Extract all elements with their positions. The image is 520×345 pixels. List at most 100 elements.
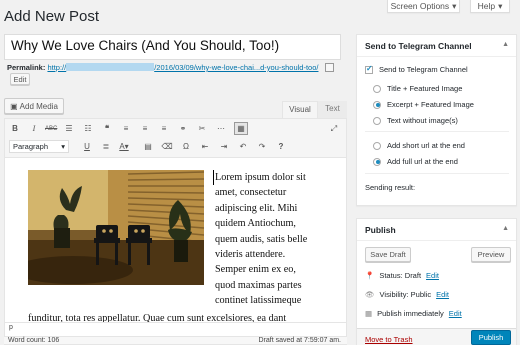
bullet-list-icon[interactable]: ☰ bbox=[63, 123, 75, 135]
link-icon[interactable]: ⚭ bbox=[177, 123, 189, 135]
justify-icon[interactable]: ≣ bbox=[100, 141, 112, 153]
option-short-url[interactable]: Add short url at the end bbox=[373, 141, 465, 150]
visibility-label: Visibility: Public bbox=[379, 290, 432, 299]
send-to-telegram-checkbox[interactable]: Send to Telegram Channel bbox=[365, 64, 468, 74]
checkbox-icon bbox=[365, 64, 373, 74]
italic-icon[interactable]: I bbox=[28, 123, 40, 135]
underline-icon[interactable]: U bbox=[81, 141, 93, 153]
redo-icon[interactable]: ↷ bbox=[256, 141, 268, 153]
blockquote-icon[interactable]: ❝ bbox=[101, 123, 113, 135]
publish-metabox-header[interactable]: Publish ▲ bbox=[357, 219, 516, 241]
paste-text-icon[interactable]: ▤ bbox=[142, 141, 154, 153]
publish-button[interactable]: Publish bbox=[471, 330, 511, 345]
add-media-label: Add Media bbox=[19, 101, 58, 111]
collapse-arrow-icon[interactable]: ▲ bbox=[502, 41, 509, 48]
toolbar-toggle-icon[interactable]: ▦ bbox=[234, 122, 248, 135]
radio-icon bbox=[373, 116, 381, 125]
permalink-edit-button[interactable]: Edit bbox=[10, 73, 30, 85]
permalink: Permalink: http:// /2016/03/09/why-we-lov… bbox=[7, 63, 334, 72]
option-text-without-image[interactable]: Text without image(s) bbox=[373, 116, 458, 125]
help-button[interactable]: Help ▾ bbox=[470, 0, 510, 13]
post-title-input[interactable]: Why We Love Chairs (And You Should, Too!… bbox=[4, 34, 341, 60]
schedule-label: Publish immediately bbox=[377, 309, 444, 318]
align-center-icon[interactable]: ≡ bbox=[139, 123, 151, 135]
tab-text[interactable]: Text bbox=[318, 101, 347, 118]
chairs-photo bbox=[28, 170, 204, 285]
unlink-icon[interactable]: ✂ bbox=[196, 123, 208, 135]
word-count-bar: Word count: 106 Draft saved at 7:59:07 a… bbox=[4, 336, 347, 344]
more-tag-icon[interactable]: ⋯ bbox=[215, 123, 227, 135]
chevron-down-icon: ▾ bbox=[61, 142, 65, 151]
status-row: 📍 Status: Draft Edit bbox=[365, 271, 439, 280]
status-label: Status: Draft bbox=[379, 271, 422, 280]
screen-options-button[interactable]: Screen Options ▾ bbox=[387, 0, 460, 13]
element-path: p bbox=[5, 322, 346, 332]
page-title: Add New Post bbox=[4, 8, 100, 25]
body-line: adipiscing elit. Mihi bbox=[215, 202, 298, 214]
permalink-prefix: http:// bbox=[47, 63, 67, 72]
clear-formatting-icon[interactable]: ⌫ bbox=[161, 141, 173, 153]
permalink-path: /2016/03/09/why-we-love-chai...d-you-sho… bbox=[154, 63, 319, 72]
option-label: Title + Featured Image bbox=[387, 84, 463, 93]
help-icon[interactable]: ? bbox=[275, 141, 287, 153]
option-label: Add full url at the end bbox=[387, 157, 458, 166]
option-full-url[interactable]: Add full url at the end bbox=[373, 157, 458, 166]
text-color-icon[interactable]: A▾ bbox=[118, 141, 130, 153]
sending-result: Sending result: bbox=[365, 183, 416, 192]
eye-icon: 👁 bbox=[365, 290, 375, 299]
telegram-metabox-header[interactable]: Send to Telegram Channel ▲ bbox=[357, 35, 516, 57]
draft-saved-status: Draft saved at 7:59:07 am. bbox=[258, 337, 342, 344]
visibility-row: 👁 Visibility: Public Edit bbox=[365, 290, 449, 299]
editor-content[interactable]: Lorem ipsum dolor sit amet, consectetur … bbox=[5, 158, 346, 322]
indent-icon[interactable]: ⇥ bbox=[218, 141, 230, 153]
permalink-copy-icon[interactable] bbox=[324, 63, 334, 72]
telegram-metabox: Send to Telegram Channel ▲ Send to Teleg… bbox=[356, 34, 517, 206]
radio-selected-icon bbox=[373, 100, 381, 109]
option-excerpt-featured-image[interactable]: Excerpt + Featured Image bbox=[373, 100, 474, 109]
screen-options-label: Screen Options bbox=[390, 1, 450, 11]
body-line: quidem Antiochum, bbox=[215, 218, 296, 230]
visibility-edit-link[interactable]: Edit bbox=[436, 290, 449, 299]
tab-visual[interactable]: Visual bbox=[282, 101, 318, 118]
format-select-value: Paragraph bbox=[13, 142, 49, 151]
publish-metabox: Publish ▲ Save Draft Preview 📍 Status: D… bbox=[356, 218, 517, 345]
schedule-row: ▦ Publish immediately Edit bbox=[365, 309, 462, 318]
permalink-link[interactable]: http:// /2016/03/09/why-we-love-chai...d-… bbox=[47, 63, 318, 72]
post-body-text: Lorem ipsum dolor sit amet, consectetur … bbox=[213, 170, 340, 309]
schedule-edit-link[interactable]: Edit bbox=[449, 309, 462, 318]
option-label: Excerpt + Featured Image bbox=[387, 100, 474, 109]
option-title-featured-image[interactable]: Title + Featured Image bbox=[373, 84, 462, 93]
chevron-down-icon: ▾ bbox=[498, 0, 503, 11]
body-line: quod maximas partes bbox=[215, 279, 302, 291]
body-line: videris attendere. bbox=[215, 249, 286, 261]
bold-icon[interactable]: B bbox=[9, 123, 21, 135]
help-label: Help bbox=[477, 1, 496, 11]
align-right-icon[interactable]: ≡ bbox=[158, 123, 170, 135]
move-to-trash-link[interactable]: Move to Trash bbox=[365, 335, 413, 344]
status-edit-link[interactable]: Edit bbox=[426, 271, 439, 280]
strikethrough-icon[interactable]: ABC bbox=[45, 123, 57, 135]
save-draft-button[interactable]: Save Draft bbox=[365, 247, 411, 262]
collapse-arrow-icon[interactable]: ▲ bbox=[502, 225, 509, 232]
numbered-list-icon[interactable]: ☷ bbox=[82, 123, 94, 135]
fullscreen-icon[interactable]: ⤢ bbox=[328, 123, 340, 135]
send-to-telegram-label: Send to Telegram Channel bbox=[379, 65, 468, 74]
add-media-button[interactable]: ▣ Add Media bbox=[4, 98, 64, 114]
format-select[interactable]: Paragraph ▾ bbox=[9, 140, 69, 153]
chevron-down-icon: ▾ bbox=[452, 0, 457, 11]
preview-button[interactable]: Preview bbox=[471, 247, 511, 262]
undo-icon[interactable]: ↶ bbox=[237, 141, 249, 153]
option-label: Text without image(s) bbox=[387, 116, 458, 125]
outdent-icon[interactable]: ⇤ bbox=[199, 141, 211, 153]
special-character-icon[interactable]: Ω bbox=[180, 141, 192, 153]
permalink-label: Permalink: bbox=[7, 63, 46, 72]
body-line: Lorem ipsum dolor sit bbox=[213, 170, 340, 186]
radio-icon bbox=[373, 84, 381, 93]
editor-toolbar: B I ABC ☰ ☷ ❝ ≡ ≡ ≡ ⚭ ✂ ⋯ ▦ ⤢ Paragraph … bbox=[5, 119, 346, 158]
publish-actions: Move to Trash Publish bbox=[357, 328, 516, 345]
publish-metabox-title: Publish bbox=[365, 225, 396, 235]
body-line: continet latissimeque bbox=[215, 295, 302, 307]
word-count: Word count: 106 bbox=[8, 337, 60, 344]
body-line: quem audis, satis belle bbox=[215, 233, 308, 245]
align-left-icon[interactable]: ≡ bbox=[120, 123, 132, 135]
